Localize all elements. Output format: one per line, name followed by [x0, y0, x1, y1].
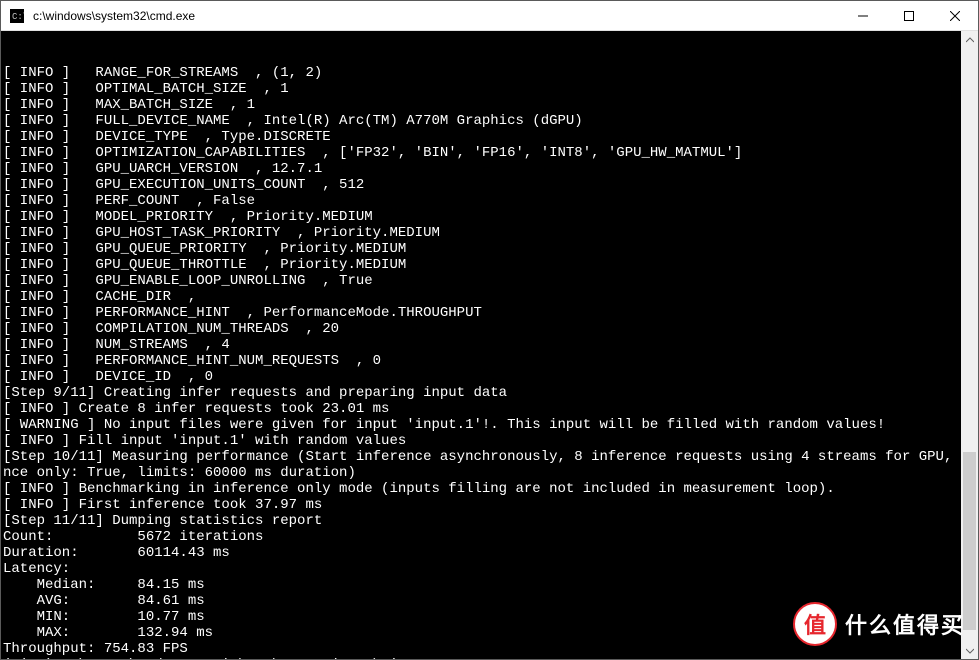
- window-title: c:\windows\system32\cmd.exe: [31, 9, 840, 23]
- maximize-button[interactable]: [886, 1, 932, 30]
- console-line: [ INFO ] Create 8 infer requests took 23…: [3, 401, 976, 417]
- console-output[interactable]: [ INFO ] RANGE_FOR_STREAMS , (1, 2)[ INF…: [1, 31, 978, 659]
- console-line: [ INFO ] PERF_COUNT , False: [3, 193, 976, 209]
- console-line: [Step 11/11] Dumping statistics report: [3, 513, 976, 529]
- console-line: [ INFO ] GPU_UARCH_VERSION , 12.7.1: [3, 161, 976, 177]
- close-icon: [950, 11, 960, 21]
- minimize-icon: [858, 11, 868, 21]
- prompt-line[interactable]: (vino) C:\Users\HudenNUC12i7\PycharmProj…: [3, 657, 976, 659]
- scroll-down-button[interactable]: [961, 642, 978, 659]
- app-icon: C:\: [9, 8, 25, 24]
- console-line: nce only: True, limits: 60000 ms duratio…: [3, 465, 976, 481]
- console-line: [ INFO ] GPU_HOST_TASK_PRIORITY , Priori…: [3, 225, 976, 241]
- maximize-icon: [904, 11, 914, 21]
- console-line: [ INFO ] DEVICE_ID , 0: [3, 369, 976, 385]
- scrollbar-thumb[interactable]: [963, 452, 976, 630]
- console-line: [ WARNING ] No input files were given fo…: [3, 417, 976, 433]
- console-line: [ INFO ] GPU_QUEUE_THROTTLE , Priority.M…: [3, 257, 976, 273]
- console-line: [ INFO ] GPU_QUEUE_PRIORITY , Priority.M…: [3, 241, 976, 257]
- console-line: [ INFO ] RANGE_FOR_STREAMS , (1, 2): [3, 65, 976, 81]
- console-line: [Step 10/11] Measuring performance (Star…: [3, 449, 976, 465]
- console-line: MIN: 10.77 ms: [3, 609, 976, 625]
- app-window: C:\ c:\windows\system32\cmd.exe [ INFO ]…: [0, 0, 979, 660]
- console-line: [ INFO ] MODEL_PRIORITY , Priority.MEDIU…: [3, 209, 976, 225]
- console-line: [ INFO ] NUM_STREAMS , 4: [3, 337, 976, 353]
- console-line: Duration: 60114.43 ms: [3, 545, 976, 561]
- console-line: [ INFO ] GPU_EXECUTION_UNITS_COUNT , 512: [3, 177, 976, 193]
- console-line: [ INFO ] Benchmarking in inference only …: [3, 481, 976, 497]
- console-line: [ INFO ] FULL_DEVICE_NAME , Intel(R) Arc…: [3, 113, 976, 129]
- console-line: [Step 9/11] Creating infer requests and …: [3, 385, 976, 401]
- chevron-down-icon: [966, 647, 974, 655]
- vertical-scrollbar[interactable]: [961, 31, 978, 659]
- console-line: [ INFO ] MAX_BATCH_SIZE , 1: [3, 97, 976, 113]
- console-line: [ INFO ] PERFORMANCE_HINT , PerformanceM…: [3, 305, 976, 321]
- scroll-up-button[interactable]: [961, 31, 978, 48]
- console-line: [ INFO ] PERFORMANCE_HINT_NUM_REQUESTS ,…: [3, 353, 976, 369]
- minimize-button[interactable]: [840, 1, 886, 30]
- window-controls: [840, 1, 978, 30]
- console-line: [ INFO ] DEVICE_TYPE , Type.DISCRETE: [3, 129, 976, 145]
- svg-text:C:\: C:\: [12, 12, 24, 22]
- console-line: Count: 5672 iterations: [3, 529, 976, 545]
- console-line: AVG: 84.61 ms: [3, 593, 976, 609]
- close-button[interactable]: [932, 1, 978, 30]
- console-line: Throughput: 754.83 FPS: [3, 641, 976, 657]
- console-line: [ INFO ] OPTIMIZATION_CAPABILITIES , ['F…: [3, 145, 976, 161]
- console-line: [ INFO ] First inference took 37.97 ms: [3, 497, 976, 513]
- console-line: MAX: 132.94 ms: [3, 625, 976, 641]
- console-line: [ INFO ] OPTIMAL_BATCH_SIZE , 1: [3, 81, 976, 97]
- console-line: [ INFO ] CACHE_DIR ,: [3, 289, 976, 305]
- console-line: [ INFO ] GPU_ENABLE_LOOP_UNROLLING , Tru…: [3, 273, 976, 289]
- console-line: [ INFO ] COMPILATION_NUM_THREADS , 20: [3, 321, 976, 337]
- scrollbar-track[interactable]: [961, 48, 978, 642]
- console-line: [ INFO ] Fill input 'input.1' with rando…: [3, 433, 976, 449]
- title-bar[interactable]: C:\ c:\windows\system32\cmd.exe: [1, 1, 978, 31]
- chevron-up-icon: [966, 36, 974, 44]
- console-line: Latency:: [3, 561, 976, 577]
- console-line: Median: 84.15 ms: [3, 577, 976, 593]
